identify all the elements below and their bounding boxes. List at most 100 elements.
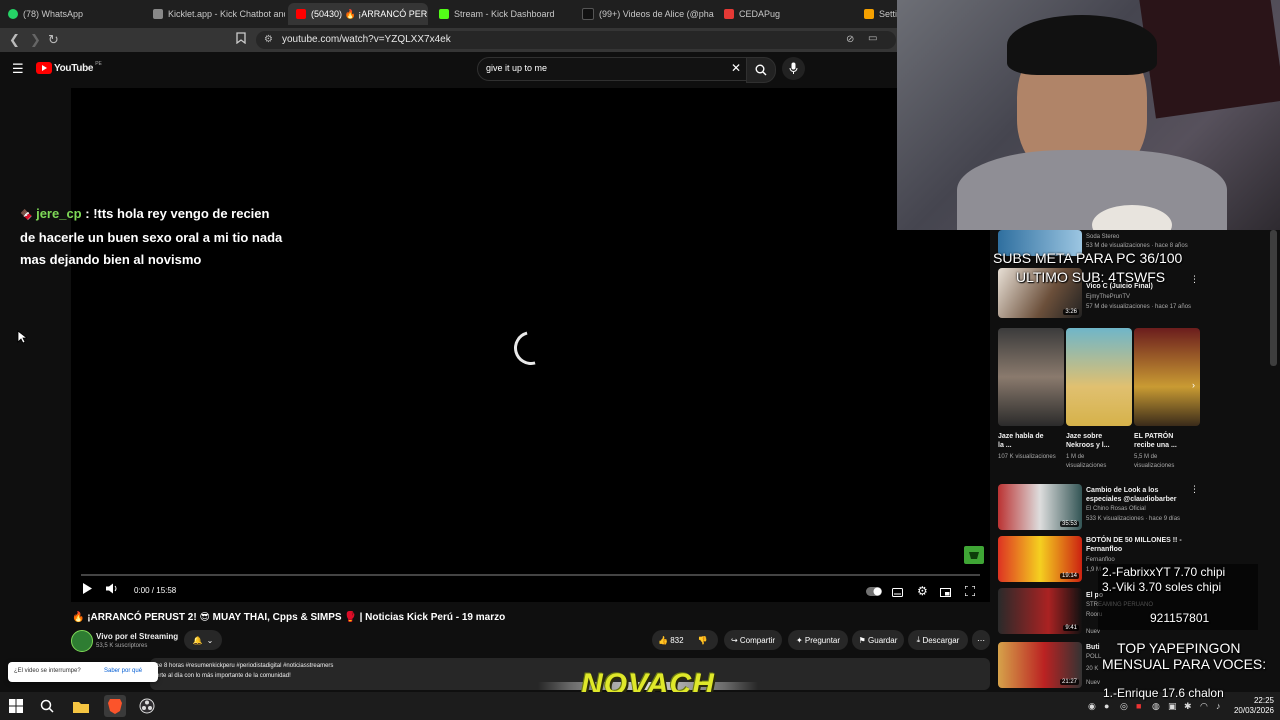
tab-cedapug[interactable]: CEDAPug bbox=[716, 3, 856, 25]
donation-entry: 2.-FabrixxYT 7.70 chipi bbox=[1102, 565, 1226, 579]
cedapug-icon bbox=[724, 9, 734, 19]
tray-network-icon[interactable]: ◎ bbox=[1120, 701, 1128, 712]
play-button[interactable] bbox=[82, 583, 92, 597]
short-thumbnail[interactable] bbox=[1066, 328, 1132, 426]
short-title[interactable]: Jaze sobre Nekroos y l... bbox=[1066, 432, 1122, 450]
tray-wifi-icon[interactable]: ◠ bbox=[1200, 701, 1208, 712]
donation-entry: 3.-Viki 3.70 soles chipi bbox=[1102, 580, 1222, 594]
video-thumbnail[interactable]: 19:14 bbox=[998, 536, 1082, 582]
tab-kicklet[interactable]: Kicklet.app - Kick Chatbot and bbox=[145, 3, 285, 25]
more-vertical-icon[interactable]: ⋮ bbox=[1190, 484, 1199, 495]
like-button[interactable]: 👍 832 bbox=[658, 636, 684, 645]
subtitles-icon[interactable] bbox=[892, 586, 903, 600]
interrupt-link[interactable]: Saber por qué bbox=[104, 668, 142, 674]
microphone-icon bbox=[789, 62, 798, 74]
more-actions-button[interactable]: ⋯ bbox=[972, 630, 990, 650]
back-icon[interactable]: ❮ bbox=[9, 32, 20, 48]
last-sub-text: ULTIMO SUB: 4TSWFS bbox=[1016, 269, 1166, 285]
miniplayer-icon[interactable] bbox=[940, 586, 951, 600]
short-title[interactable]: EL PATRÓN recibe una ... bbox=[1134, 432, 1190, 450]
settings-icon bbox=[864, 9, 874, 19]
short-views: 107 K visualizaciones bbox=[998, 454, 1056, 460]
video-thumbnail[interactable]: 9:41 bbox=[998, 588, 1082, 634]
reload-icon[interactable]: ↻ bbox=[48, 32, 59, 48]
video-duration: 19:14 bbox=[1059, 573, 1079, 579]
more-vertical-icon[interactable]: ⋮ bbox=[1190, 274, 1199, 285]
forward-icon[interactable]: ❯ bbox=[30, 32, 41, 48]
tab-youtube-active[interactable]: (50430) 🔥 ¡ARRANCÓ PER ✕ bbox=[288, 3, 428, 25]
ask-button[interactable]: ✦ Preguntar bbox=[788, 630, 848, 650]
tray-discord-icon[interactable]: ◉ bbox=[1088, 701, 1096, 712]
search-input[interactable]: give it up to me ✕ bbox=[477, 57, 747, 81]
search-taskbar-icon[interactable] bbox=[38, 697, 56, 715]
settings-gear-icon[interactable]: ⚙ bbox=[917, 584, 928, 598]
short-thumbnail[interactable] bbox=[1134, 328, 1200, 426]
windows-start-icon[interactable] bbox=[7, 697, 25, 715]
short-title[interactable]: Jaze habla de la ... bbox=[998, 432, 1050, 450]
video-title[interactable]: Cambio de Look a los especiales @claudio… bbox=[1086, 486, 1184, 504]
tray-steam-icon[interactable]: ◍ bbox=[1152, 701, 1160, 712]
youtube-logo[interactable]: YouTube PE bbox=[36, 61, 102, 74]
cast-icon[interactable]: ▭ bbox=[868, 33, 877, 44]
video-title[interactable]: Buti bbox=[1086, 644, 1100, 651]
tab-label: CEDAPug bbox=[739, 9, 781, 19]
video-duration: 35:53 bbox=[1059, 521, 1079, 527]
short-views: 1 M de visualizaciones bbox=[1066, 454, 1107, 469]
new-badge: Nuev bbox=[1086, 680, 1101, 686]
video-thumbnail[interactable]: 35:53 bbox=[998, 484, 1082, 530]
chat-line-1: : !tts hola rey vengo de recien bbox=[85, 206, 270, 221]
interrupt-tooltip: ¿El video se interrumpe? Saber por qué bbox=[8, 662, 158, 682]
share-button[interactable]: ↪ Compartir bbox=[724, 630, 782, 650]
video-channel: EjmyThePrunTV bbox=[1086, 294, 1131, 300]
video-title[interactable]: BOTÓN DE 50 MILLONES !! - Fernanfloo bbox=[1086, 536, 1186, 554]
video-player[interactable]: 0:00 / 15:58 ⚙ bbox=[71, 88, 990, 602]
tab-whatsapp[interactable]: (78) WhatsApp bbox=[0, 3, 148, 25]
tray-app-icon[interactable]: ● bbox=[1104, 701, 1109, 711]
next-shorts-icon[interactable]: › bbox=[1192, 380, 1195, 390]
notifications-button[interactable]: 🔔 ⌄ bbox=[184, 630, 222, 650]
tab-kick-dashboard[interactable]: Stream - Kick Dashboard bbox=[431, 3, 571, 25]
tray-volume-icon[interactable]: ♪ bbox=[1216, 701, 1221, 711]
address-bar[interactable]: ⚙ youtube.com/watch?v=YZQLXX7x4ek ⊘ ▭ bbox=[256, 31, 896, 49]
close-tab-icon[interactable]: ✕ bbox=[427, 8, 428, 21]
tray-display-icon[interactable]: ▣ bbox=[1168, 701, 1177, 712]
video-duration: 3:26 bbox=[1063, 309, 1079, 315]
browser-toolbar: ❮ ❯ ↻ ⚙ youtube.com/watch?v=YZQLXX7x4ek … bbox=[0, 28, 897, 52]
download-button[interactable]: ⤓ Descargar bbox=[908, 630, 968, 650]
clock-time: 22:25 bbox=[1253, 696, 1274, 705]
tray-red-app-icon[interactable]: ■ bbox=[1136, 701, 1141, 711]
system-clock[interactable]: 22:25 20/03/2026 bbox=[1232, 696, 1274, 716]
loading-spinner-icon bbox=[507, 324, 555, 372]
tab-tiktok[interactable]: (99+) Videos de Alice (@phaito bbox=[574, 3, 714, 25]
bookmark-icon[interactable] bbox=[236, 32, 246, 48]
menu-icon[interactable]: ☰ bbox=[12, 61, 24, 77]
bell-icon: 🔔 bbox=[192, 635, 203, 645]
video-thumbnail[interactable]: 21:27 bbox=[998, 642, 1082, 688]
sidebar-scrollbar[interactable] bbox=[1270, 230, 1277, 366]
fullscreen-icon[interactable] bbox=[964, 585, 976, 599]
autoplay-toggle[interactable] bbox=[866, 585, 882, 599]
channel-avatar[interactable] bbox=[71, 630, 93, 652]
progress-bar[interactable] bbox=[81, 574, 980, 576]
channel-name[interactable]: Vivo por el Streaming bbox=[96, 632, 178, 641]
voice-search-button[interactable] bbox=[782, 57, 805, 80]
file-explorer-icon[interactable] bbox=[72, 697, 90, 715]
browser-tab-bar: (78) WhatsApp Kicklet.app - Kick Chatbot… bbox=[0, 0, 897, 28]
site-info-icon[interactable]: ⚙ bbox=[264, 34, 273, 45]
clear-search-icon[interactable]: ✕ bbox=[731, 61, 741, 75]
tab-settings[interactable]: Setti bbox=[856, 3, 897, 25]
short-thumbnail[interactable] bbox=[998, 328, 1064, 426]
video-channel: El Chino Rosas Oficial bbox=[1086, 506, 1146, 512]
description-line-1: ce 8 horas #resumenkickperu #periodistad… bbox=[156, 663, 334, 669]
webcam-feed bbox=[897, 0, 1280, 230]
dislike-button[interactable]: 👎 bbox=[698, 636, 708, 645]
brave-browser-icon[interactable] bbox=[104, 695, 126, 717]
obs-icon[interactable] bbox=[138, 697, 156, 715]
volume-icon[interactable] bbox=[106, 583, 118, 597]
search-button[interactable] bbox=[746, 57, 776, 83]
tray-bluetooth-icon[interactable]: ✱ bbox=[1184, 701, 1192, 712]
tracking-icon[interactable]: ⊘ bbox=[846, 34, 854, 45]
sparkle-icon: ✦ bbox=[795, 635, 803, 645]
bookmark-save-icon: ⚑ bbox=[858, 635, 866, 645]
save-button[interactable]: ⚑ Guardar bbox=[852, 630, 904, 650]
